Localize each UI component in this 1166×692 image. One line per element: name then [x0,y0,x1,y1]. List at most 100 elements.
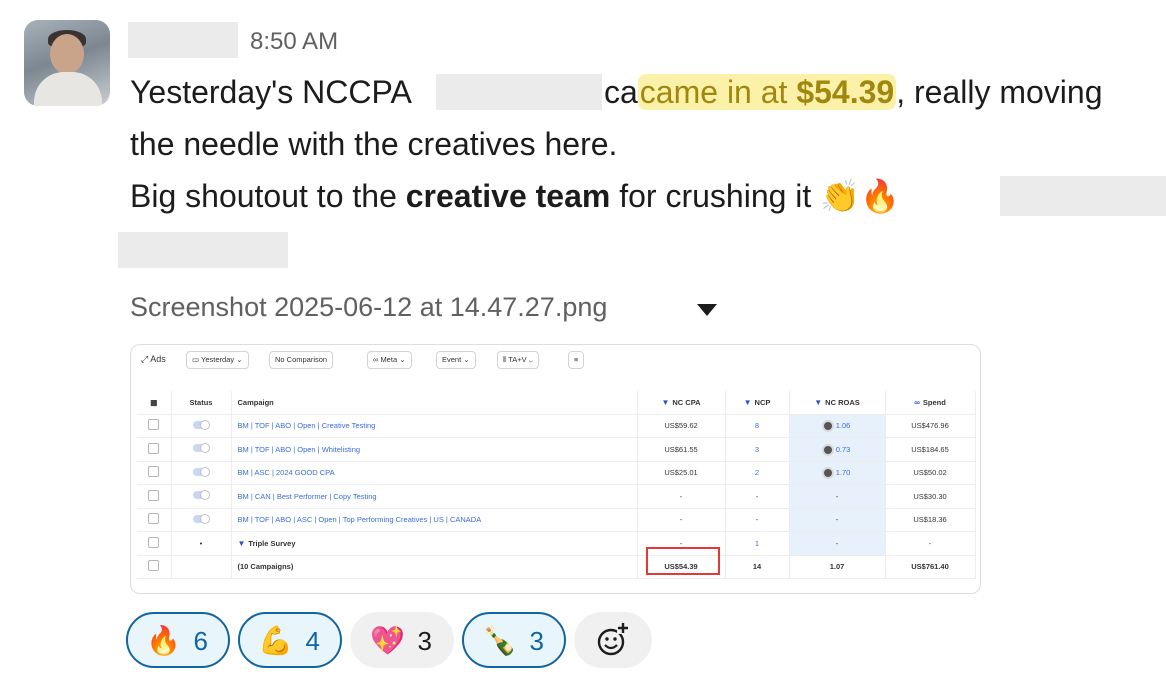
attribution-filter: ⦀ TA+V ⌄ [497,351,539,369]
total-label: (10 Campaigns) [231,555,638,579]
message-line-3: Big shoutout to the creative team for cr… [130,178,900,214]
row-checkbox [148,536,160,548]
checkbox-cell [137,484,172,509]
campaign-name: BM | TOF | ABO | ASC | Open | Top Perfor… [231,508,638,532]
nc-roas-cell: 0.73 [789,437,886,462]
total-ncp: 14 [725,555,790,579]
add-reaction-button[interactable] [574,612,652,668]
user-avatar[interactable] [24,20,110,106]
table-total-row: (10 Campaigns) US$54.39 14 1.07 US$761.40 [137,555,976,579]
reaction-fire[interactable]: 🔥 6 [126,612,230,668]
highlight-box [646,547,720,575]
add-emoji-icon [597,622,629,656]
status-cell [171,414,232,438]
row-checkbox [148,419,160,431]
status-toggle [193,514,209,523]
message-line-1-end: cacame in at $54.39, really moving [604,72,1102,112]
row-checkbox [148,466,160,478]
status-cell [171,461,232,485]
checkbox-cell [137,461,172,485]
nc-cpa-cell: - [637,484,726,509]
checkbox-cell [137,555,172,579]
row-checkbox [148,513,160,525]
reaction-count: 3 [529,626,544,656]
table-row: BM | TOF | ABO | Open | Creative Testing… [137,414,976,438]
col-campaign: Campaign [231,391,638,415]
muscle-icon: 💪 [258,625,293,656]
dot-icon: • [199,538,203,548]
roas-dot-icon [823,445,832,454]
nc-roas-cell: - [789,508,886,532]
campaign-name: BM | TOF | ABO | Open | Whitelisting [231,437,638,462]
keyword-highlight: came in at $54.39 [637,74,897,110]
cpa-amount: $54.39 [796,74,895,110]
platform-filter: ∞ Meta ⌄ [367,351,412,369]
spend-cell: US$184.65 [885,437,976,462]
col-status: Status [171,391,232,415]
nc-roas-cell: - [789,531,886,556]
checkbox-cell [137,437,172,462]
ncp-cell: 2 [725,461,790,485]
comparison-filter: No Comparison [269,351,334,369]
nc-cpa-cell: US$25.01 [637,461,726,485]
spend-cell: US$476.96 [885,414,976,438]
champagne-icon: 🍾 [482,625,517,656]
collapse-caret-icon[interactable] [697,304,717,316]
status-toggle [193,420,209,429]
col-nc-cpa: ▼ NC CPA [637,391,726,415]
nc-cpa-cell: US$61.55 [637,437,726,462]
dashboard-toolbar: ⤢ Ads ▭ Yesterday ⌄ No Comparison ∞ Meta… [131,345,980,375]
row-checkbox [148,560,160,572]
campaign-name: ▼ Triple Survey [231,531,638,556]
ncp-cell: - [725,484,790,509]
fire-icon: 🔥 [146,625,181,656]
col-spend: ∞ Spend [885,391,976,415]
status-toggle [193,444,209,453]
checkbox-cell [137,414,172,438]
row-checkbox [148,489,160,501]
table-row: • ▼ Triple Survey -1- - [137,531,976,556]
campaign-name: BM | TOF | ABO | Open | Creative Testing [231,414,638,438]
select-all-icon: ▦ [137,391,172,415]
redacted-mention [1000,176,1166,216]
spend-cell: - [885,531,976,556]
triple-whale-icon: ▼ [237,538,246,548]
sparkling-heart-icon: 💖 [370,625,405,656]
status-cell [171,437,232,462]
menu-icon: ≡ [568,351,585,369]
redacted-text [436,74,602,110]
reaction-count: 4 [305,626,320,656]
status-cell [171,508,232,532]
spend-cell: US$18.36 [885,508,976,532]
checkbox-cell [137,508,172,532]
redacted-mention [118,232,288,268]
table-row: BM | TOF | ABO | Open | Whitelisting US$6… [137,437,976,462]
message-text: Yesterday's NCCPA [130,74,412,110]
campaign-name: BM | ASC | 2024 GOOD CPA [231,461,638,485]
nc-roas-cell: 1.06 [789,414,886,438]
attachment-image[interactable]: ⤢ Ads ▭ Yesterday ⌄ No Comparison ∞ Meta… [130,344,981,594]
ncp-cell: 8 [725,414,790,438]
emoji-inline: 👏🔥 [820,178,900,214]
spend-cell: US$30.30 [885,484,976,509]
message-timestamp[interactable]: 8:50 AM [250,28,338,56]
ncp-cell: 3 [725,437,790,462]
nc-roas-cell: 1.70 [789,461,886,485]
ads-label: ⤢ Ads [141,354,166,364]
reaction-count: 6 [193,626,208,656]
table-row: BM | TOF | ABO | ASC | Open | Top Perfor… [137,508,976,532]
redacted-username [128,22,238,58]
reaction-muscle[interactable]: 💪 4 [238,612,342,668]
attachment-filename[interactable]: Screenshot 2025-06-12 at 14.47.27.png [130,292,607,323]
campaign-name: BM | CAN | Best Performer | Copy Testing [231,484,638,509]
roas-dot-icon [823,422,832,431]
roas-dot-icon [823,469,832,478]
status-cell [171,484,232,509]
total-nc-roas: 1.07 [789,555,886,579]
reaction-champagne[interactable]: 🍾 3 [462,612,566,668]
col-ncp: ▼ NCP [725,391,790,415]
reaction-heart[interactable]: 💖 3 [350,612,454,668]
status-toggle [193,491,209,500]
status-cell [171,555,232,579]
status-toggle [193,467,209,476]
